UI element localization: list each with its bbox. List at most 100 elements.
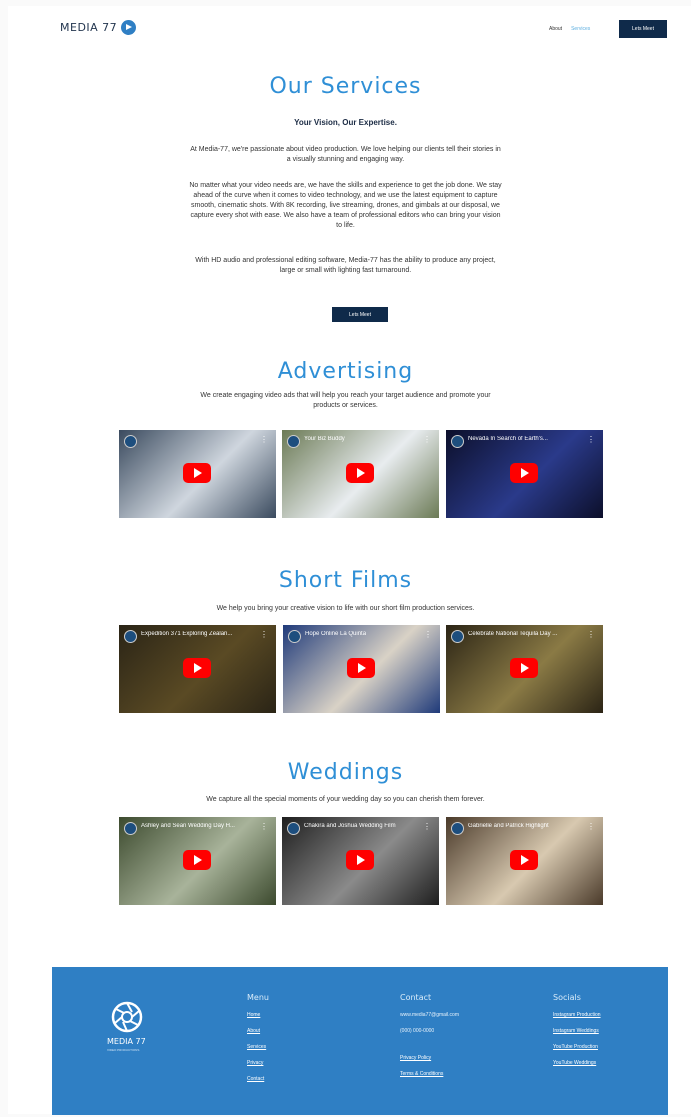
footer-menu-heading: Menu <box>247 993 269 1002</box>
video-thumbnail[interactable]: Chakira and Joshua Wedding Film ⋮ <box>282 817 439 905</box>
more-options-icon[interactable]: ⋮ <box>260 822 268 831</box>
text-line: No matter what your video needs are, we … <box>189 182 502 189</box>
text-line: We create engaging video ads that will h… <box>200 392 491 399</box>
footer-email[interactable]: www.media77@gmail.com <box>400 1012 459 1018</box>
lets-meet-button[interactable]: Lets Meet <box>332 307 388 322</box>
section-desc-short-films: We help you bring your creative vision t… <box>0 604 691 614</box>
channel-avatar <box>451 630 464 643</box>
video-title: Nevada In Search of Earth's... <box>468 436 548 442</box>
video-title: Your Biz Buddy <box>304 436 345 442</box>
more-options-icon[interactable]: ⋮ <box>423 435 431 444</box>
page-sheet <box>8 6 691 1114</box>
video-title: Ashley and Sean Wedding Day H... <box>141 823 235 829</box>
more-options-icon[interactable]: ⋮ <box>260 630 268 639</box>
footer-link-terms[interactable]: Terms & Conditions <box>400 1071 459 1077</box>
channel-avatar <box>124 435 137 448</box>
play-button-icon[interactable] <box>183 850 211 870</box>
nav-about[interactable]: About <box>549 26 562 32</box>
top-nav: About Services <box>549 26 590 32</box>
footer-link-youtube-production[interactable]: YouTube Production <box>553 1044 601 1050</box>
footer-contact: Contact www.media77@gmail.com (000) 000-… <box>400 993 459 1087</box>
play-button-icon[interactable] <box>183 658 211 678</box>
video-thumbnail[interactable]: Gabrielle and Patrick Highlight ⋮ <box>446 817 603 905</box>
text-line: At Media-77, we're passionate about vide… <box>190 146 501 153</box>
text-line: a visually stunning and engaging way. <box>286 156 405 163</box>
site-footer: MEDIA 77 VIDEO PRODUCTIONS Menu Home Abo… <box>52 967 668 1115</box>
footer-link-privacy[interactable]: Privacy <box>247 1060 269 1066</box>
more-options-icon[interactable]: ⋮ <box>587 822 595 831</box>
video-thumbnail[interactable]: ⋮ <box>119 430 276 518</box>
video-title: Celebrate National Tequila Day ... <box>468 631 558 637</box>
channel-avatar <box>124 630 137 643</box>
section-desc-advertising: We create engaging video ads that will h… <box>0 391 691 411</box>
video-thumbnail[interactable]: Your Biz Buddy ⋮ <box>282 430 439 518</box>
text-line: large or small with lighting fast turnar… <box>279 267 412 274</box>
video-thumbnail[interactable]: Hope Online La Quinta ⋮ <box>283 625 440 713</box>
footer-socials-heading: Socials <box>553 993 581 1002</box>
channel-avatar <box>124 822 137 835</box>
play-button-icon[interactable] <box>346 850 374 870</box>
footer-link-services[interactable]: Services <box>247 1044 269 1050</box>
video-title: Expedition 371 Exploring Zealan... <box>141 631 233 637</box>
more-options-icon[interactable]: ⋮ <box>424 630 432 639</box>
text-line: ahead of the curve when it comes to vide… <box>193 192 498 199</box>
video-title: Hope Online La Quinta <box>305 631 367 637</box>
play-button-icon[interactable] <box>510 463 538 483</box>
logo-text: MEDIA 77 <box>60 21 118 34</box>
text-line: products or services. <box>313 402 378 409</box>
section-title-weddings: Weddings <box>287 760 404 785</box>
header-logo[interactable]: MEDIA 77 <box>60 20 137 35</box>
footer-menu: Menu Home About Services Privacy Contact <box>247 993 269 1092</box>
play-button-icon[interactable] <box>183 463 211 483</box>
footer-link-instagram-production[interactable]: Instagram Production <box>553 1012 601 1018</box>
video-thumbnail[interactable]: Expedition 371 Exploring Zealan... ⋮ <box>119 625 276 713</box>
hero-paragraph-2: No matter what your video needs are, we … <box>0 181 691 231</box>
text-line: With HD audio and professional editing s… <box>195 257 496 264</box>
subtitle-text: Your Vision, Our Expertise. <box>294 118 397 127</box>
footer-link-home[interactable]: Home <box>247 1012 269 1018</box>
page-title: Our Services <box>269 74 422 99</box>
more-options-icon[interactable]: ⋮ <box>587 435 595 444</box>
hero-subtitle: Your Vision, Our Expertise. <box>0 118 691 128</box>
footer-link-contact[interactable]: Contact <box>247 1076 269 1082</box>
text-line: capture every shot with ease. We also ha… <box>190 212 501 219</box>
hero-paragraph-1: At Media-77, we're passionate about vide… <box>0 145 691 165</box>
footer-phone: (000) 000-0000 <box>400 1028 435 1034</box>
video-title: Chakira and Joshua Wedding Film <box>304 823 396 829</box>
play-button-icon[interactable] <box>510 850 538 870</box>
play-button-icon[interactable] <box>346 463 374 483</box>
play-button-icon[interactable] <box>347 658 375 678</box>
text-line: We capture all the special moments of yo… <box>206 796 485 803</box>
footer-link-instagram-weddings[interactable]: Instagram Weddings <box>553 1028 601 1034</box>
section-title-advertising: Advertising <box>277 359 414 384</box>
page: MEDIA 77 About Services Lets Meet Our Se… <box>0 0 691 1117</box>
play-button-icon[interactable] <box>510 658 538 678</box>
footer-link-youtube-weddings[interactable]: YouTube Weddings <box>553 1060 601 1066</box>
footer-socials: Socials Instagram Production Instagram W… <box>553 993 601 1076</box>
nav-services[interactable]: Services <box>571 26 590 32</box>
channel-avatar <box>451 822 464 835</box>
lets-meet-header-button[interactable]: Lets Meet <box>619 20 667 38</box>
footer-link-about[interactable]: About <box>247 1028 269 1034</box>
channel-avatar <box>287 822 300 835</box>
video-thumbnail[interactable]: Celebrate National Tequila Day ... ⋮ <box>446 625 603 713</box>
hero-paragraph-3: With HD audio and professional editing s… <box>0 256 691 276</box>
aperture-logo-icon <box>111 1001 143 1033</box>
channel-avatar <box>287 435 300 448</box>
footer-link-privacy-policy[interactable]: Privacy Policy <box>400 1055 459 1061</box>
text-line: smooth, cinematic shots. With 8K recordi… <box>191 202 500 209</box>
more-options-icon[interactable]: ⋮ <box>423 822 431 831</box>
footer-logo-text: MEDIA 77 <box>107 1037 146 1046</box>
more-options-icon[interactable]: ⋮ <box>587 630 595 639</box>
footer-contact-heading: Contact <box>400 993 432 1002</box>
channel-avatar <box>288 630 301 643</box>
section-title-short-films: Short Films <box>278 568 413 593</box>
video-thumbnail[interactable]: Ashley and Sean Wedding Day H... ⋮ <box>119 817 276 905</box>
more-options-icon[interactable]: ⋮ <box>260 435 268 444</box>
text-line: to life. <box>336 222 355 229</box>
video-thumbnail[interactable]: Nevada In Search of Earth's... ⋮ <box>446 430 603 518</box>
video-title: Gabrielle and Patrick Highlight <box>468 823 549 829</box>
footer-logo-tagline: VIDEO PRODUCTIONS <box>107 1048 140 1052</box>
channel-avatar <box>451 435 464 448</box>
text-line: We help you bring your creative vision t… <box>216 605 475 612</box>
